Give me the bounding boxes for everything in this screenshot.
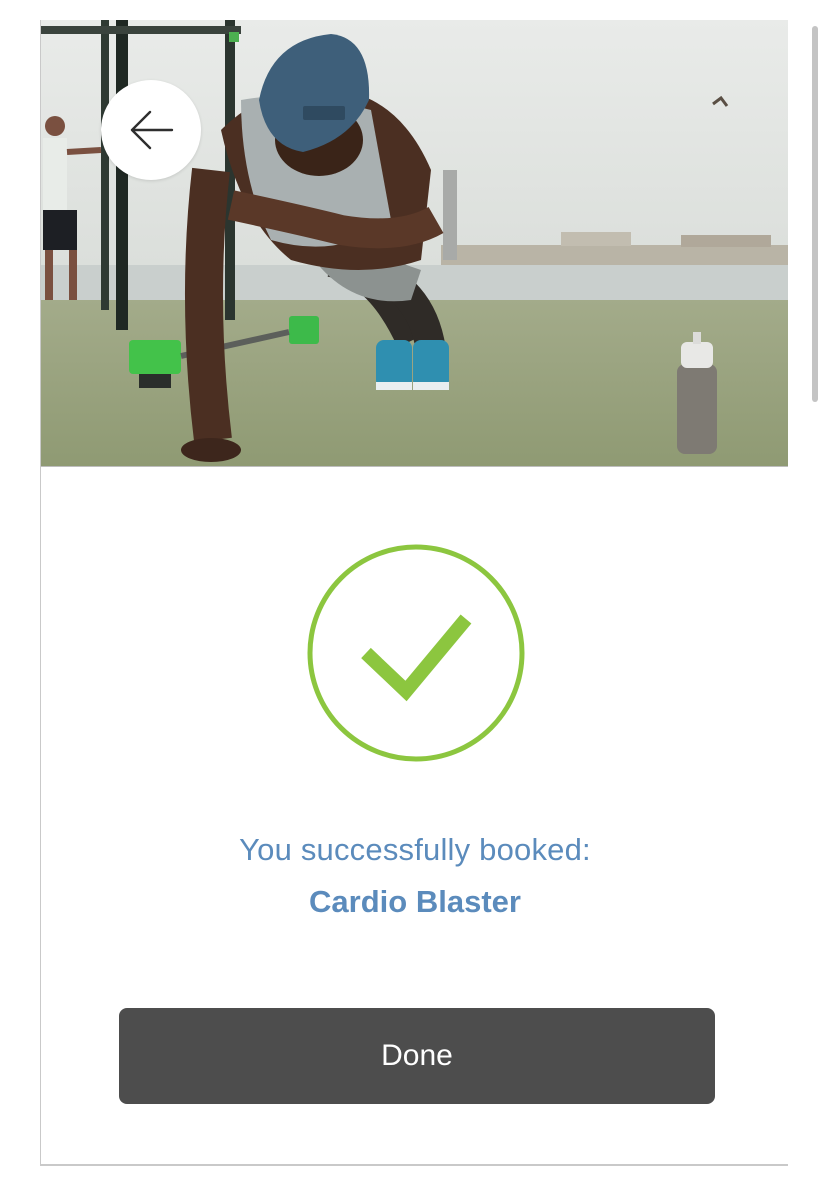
- booking-modal: You successfully booked: Cardio Blaster …: [40, 20, 788, 1166]
- hero-photo: [41, 20, 788, 467]
- scrollbar[interactable]: [812, 26, 818, 402]
- done-button[interactable]: Done: [119, 1008, 715, 1104]
- booking-confirmation-page: You successfully booked: Cardio Blaster …: [0, 0, 825, 1183]
- arrow-left-icon: [130, 110, 174, 150]
- success-message: You successfully booked:: [239, 832, 591, 867]
- booked-class-name: Cardio Blaster: [309, 884, 521, 919]
- check-circle-icon: [307, 544, 525, 762]
- back-button[interactable]: [101, 80, 201, 180]
